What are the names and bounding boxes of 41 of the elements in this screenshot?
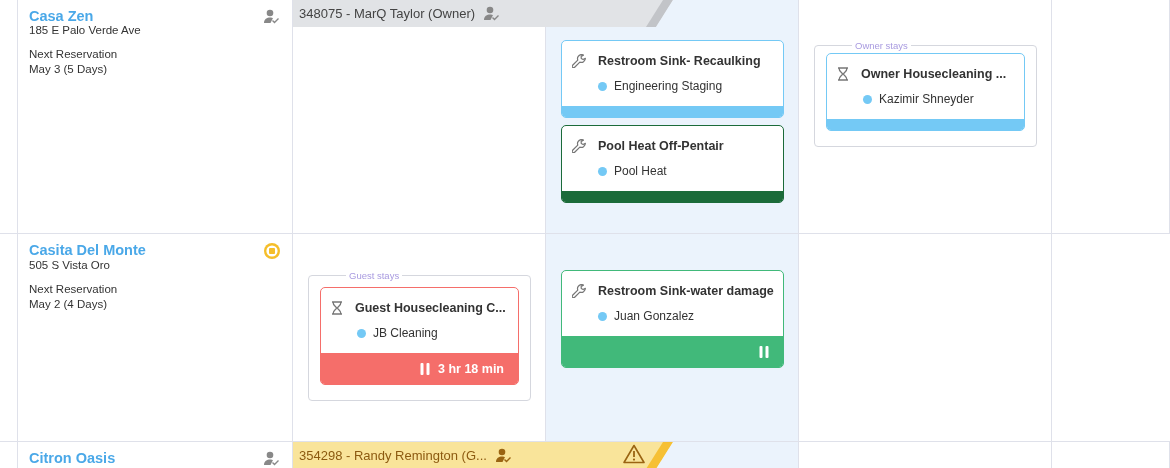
hourglass-icon bbox=[331, 301, 343, 315]
task-title: Restroom Sink- Recaulking bbox=[598, 54, 761, 68]
assignee-name: Juan Gonzalez bbox=[614, 309, 695, 323]
timer-text: 3 hr 18 min bbox=[438, 361, 504, 376]
hourglass-icon bbox=[837, 67, 849, 81]
next-reservation-date: May 2 (4 Days) bbox=[29, 298, 108, 310]
pause-icon[interactable] bbox=[420, 362, 430, 375]
assignee-name: Pool Heat bbox=[614, 164, 667, 178]
property-address: 505 S Vista Oro bbox=[29, 259, 111, 271]
property-address: 185 E Palo Verde Ave bbox=[29, 24, 142, 36]
wrench-icon bbox=[572, 284, 586, 298]
task-card[interactable]: Restroom Sink- Recaulking Engineering Staging bbox=[561, 40, 784, 118]
person-check-icon bbox=[494, 448, 512, 463]
task-card[interactable]: Guest Housecleaning C... JB Cleaning 3 hr 18 min bbox=[320, 287, 519, 385]
assignee-name: Engineering Staging bbox=[614, 79, 723, 93]
task-title: Restroom Sink-water damage bbox=[598, 284, 774, 298]
pause-icon[interactable] bbox=[759, 345, 769, 358]
assignee-name: JB Cleaning bbox=[373, 326, 438, 340]
wrench-icon bbox=[572, 139, 586, 153]
wrench-icon bbox=[572, 54, 586, 68]
warning-icon bbox=[623, 444, 645, 464]
assignee-name: Kazimir Shneyder bbox=[879, 92, 974, 106]
status-dot bbox=[357, 328, 366, 338]
next-reservation-label: Next Reservation bbox=[29, 48, 119, 60]
status-dot bbox=[598, 311, 607, 321]
task-title: Owner Housecleaning ... bbox=[861, 67, 1007, 81]
task-card[interactable]: Pool Heat Off-Pentair Pool Heat bbox=[561, 125, 784, 203]
task-card[interactable]: Restroom Sink-water damage Juan Gonzalez bbox=[561, 270, 784, 368]
task-card[interactable]: Owner Housecleaning ... Kazimir Shneyder bbox=[826, 53, 1025, 131]
person-check-icon bbox=[483, 6, 501, 21]
status-dot bbox=[598, 166, 607, 176]
next-reservation-date: May 3 (5 Days) bbox=[29, 63, 108, 75]
next-reservation-label: Next Reservation bbox=[29, 283, 119, 295]
group-label: Guest stays bbox=[348, 270, 401, 281]
task-title: Pool Heat Off-Pentair bbox=[598, 139, 724, 153]
task-title: Guest Housecleaning C... bbox=[355, 301, 506, 315]
reservation-bar[interactable]: 348075 - MarQ Taylor (Owner) bbox=[293, 0, 673, 27]
status-dot bbox=[863, 94, 872, 104]
group-label: Owner stays bbox=[854, 40, 909, 51]
reservation-bar[interactable]: 354298 - Randy Remington (G... bbox=[293, 442, 673, 468]
status-dot bbox=[598, 81, 607, 91]
